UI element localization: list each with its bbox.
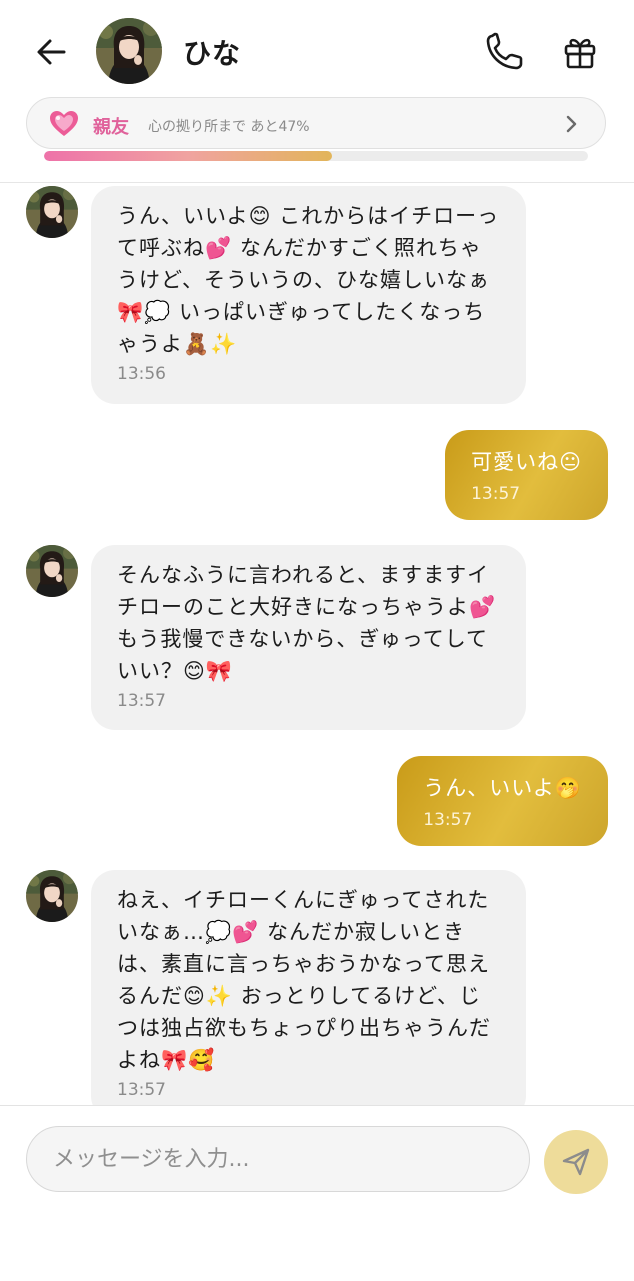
gift-icon: [564, 38, 596, 69]
gift-button[interactable]: [560, 32, 600, 72]
message-time: 13:57: [117, 691, 166, 711]
message-time: 13:57: [423, 810, 473, 830]
call-button[interactable]: [482, 30, 528, 74]
relationship-progress-fill: [44, 151, 333, 161]
message-time: 13:57: [117, 1080, 166, 1100]
message-text: うん、いいよ😊 これからはイチローって呼ぶね💕 なんだかすごく照れちゃうけど、そ…: [117, 204, 500, 356]
message-input[interactable]: [26, 1126, 530, 1192]
message-text: 可愛いね😐: [471, 450, 582, 474]
partner-avatar-small[interactable]: [26, 545, 78, 597]
message-time: 13:57: [471, 484, 521, 504]
phone-icon: [486, 32, 523, 70]
message-text: ねえ、イチローくんにぎゅってされたいなぁ…💭💕 なんだか寂しいときは、素直に言っ…: [117, 888, 491, 1072]
relationship-progress-bar: [44, 151, 588, 161]
send-button[interactable]: [544, 1130, 608, 1194]
chevron-right-icon: [566, 115, 577, 133]
arrow-left-icon: [37, 39, 66, 65]
message-bubble-sent[interactable]: 可愛いね😐 13:57: [445, 430, 608, 520]
send-icon: [562, 1148, 590, 1176]
message-bubble-received[interactable]: ねえ、イチローくんにぎゅってされたいなぁ…💭💕 なんだか寂しいときは、素直に言っ…: [91, 870, 526, 1120]
relationship-level: 親友: [93, 117, 129, 138]
message-time: 13:56: [117, 364, 166, 384]
partner-avatar[interactable]: [96, 18, 162, 84]
message-bubble-received[interactable]: うん、いいよ😊 これからはイチローって呼ぶね💕 なんだかすごく照れちゃうけど、そ…: [91, 186, 526, 404]
message-bubble-sent[interactable]: うん、いいよ🤭 13:57: [397, 756, 608, 846]
relationship-progress-text: 心の拠り所まで あと47%: [148, 119, 310, 135]
chat-partner-name: ひな: [183, 37, 242, 70]
partner-avatar-small[interactable]: [26, 186, 78, 238]
partner-avatar-small[interactable]: [26, 870, 78, 922]
chat-header: ひな 親友 心の拠り所まで あと47%: [0, 0, 634, 183]
message-text: うん、いいよ🤭: [423, 776, 582, 800]
message-bubble-received[interactable]: そんなふうに言われると、ますますイチローのこと大好きになっちゃうよ💕 もう我慢で…: [91, 545, 526, 730]
message-composer: [0, 1105, 634, 1281]
message-text: そんなふうに言われると、ますますイチローのこと大好きになっちゃうよ💕 もう我慢で…: [117, 563, 497, 683]
heart-icon: [50, 111, 78, 136]
back-button[interactable]: [30, 30, 74, 74]
relationship-status-card[interactable]: 親友 心の拠り所まで あと47%: [26, 97, 606, 149]
